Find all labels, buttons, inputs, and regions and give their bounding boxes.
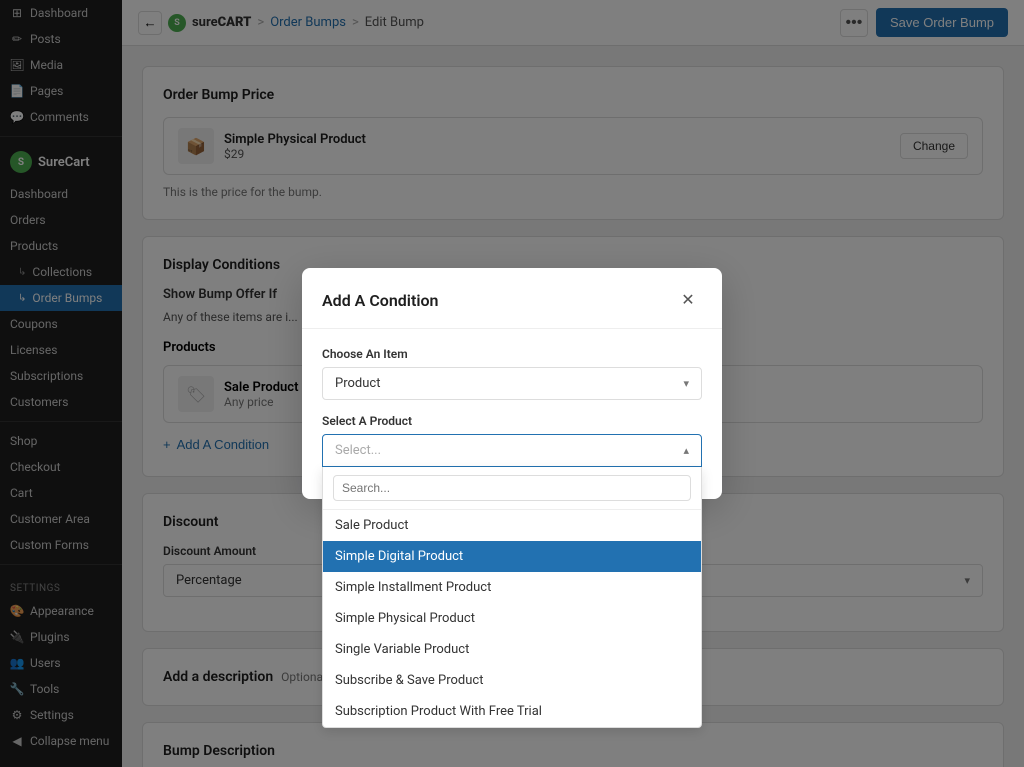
- modal-overlay[interactable]: Add A Condition ✕ Choose An Item Product: [122, 46, 1024, 767]
- option-subscription-free-trial[interactable]: Subscription Product With Free Trial: [323, 696, 701, 727]
- modal-body: Choose An Item Product Select A Product …: [302, 329, 722, 499]
- chosen-item-value: Product: [335, 376, 380, 391]
- product-dropdown-trigger[interactable]: Select...: [322, 434, 702, 467]
- option-simple-installment-product[interactable]: Simple Installment Product: [323, 572, 701, 603]
- product-select-placeholder: Select...: [335, 443, 381, 458]
- modal-title: Add A Condition: [322, 291, 438, 310]
- dropdown-search-input[interactable]: [333, 475, 691, 501]
- choose-item-select[interactable]: Product: [322, 367, 702, 400]
- product-dropdown-container: Select... Sale Product Simple Digital Pr…: [322, 434, 702, 467]
- option-sale-product[interactable]: Sale Product: [323, 510, 701, 541]
- dropdown-search-area: [323, 467, 701, 510]
- choose-item-label: Choose An Item: [322, 347, 702, 361]
- product-chevron-up-icon: [683, 443, 689, 458]
- option-simple-physical-product[interactable]: Simple Physical Product: [323, 603, 701, 634]
- option-simple-digital-product[interactable]: Simple Digital Product: [323, 541, 701, 572]
- modal-header: Add A Condition ✕: [302, 268, 722, 329]
- add-condition-modal: Add A Condition ✕ Choose An Item Product: [302, 268, 722, 499]
- item-chevron-down-icon: [683, 376, 689, 391]
- select-product-group: Select A Product Select... Sale Product: [322, 414, 702, 467]
- option-subscribe-save-product[interactable]: Subscribe & Save Product: [323, 665, 701, 696]
- product-dropdown-list: Sale Product Simple Digital Product Simp…: [322, 467, 702, 728]
- main-content: ← S sureCART > Order Bumps > Edit Bump •…: [122, 0, 1024, 767]
- modal-close-button[interactable]: ✕: [674, 286, 702, 314]
- select-product-label: Select A Product: [322, 414, 702, 428]
- choose-item-group: Choose An Item Product: [322, 347, 702, 400]
- page-body: Order Bump Price 📦 Simple Physical Produ…: [122, 46, 1024, 767]
- option-single-variable-product[interactable]: Single Variable Product: [323, 634, 701, 665]
